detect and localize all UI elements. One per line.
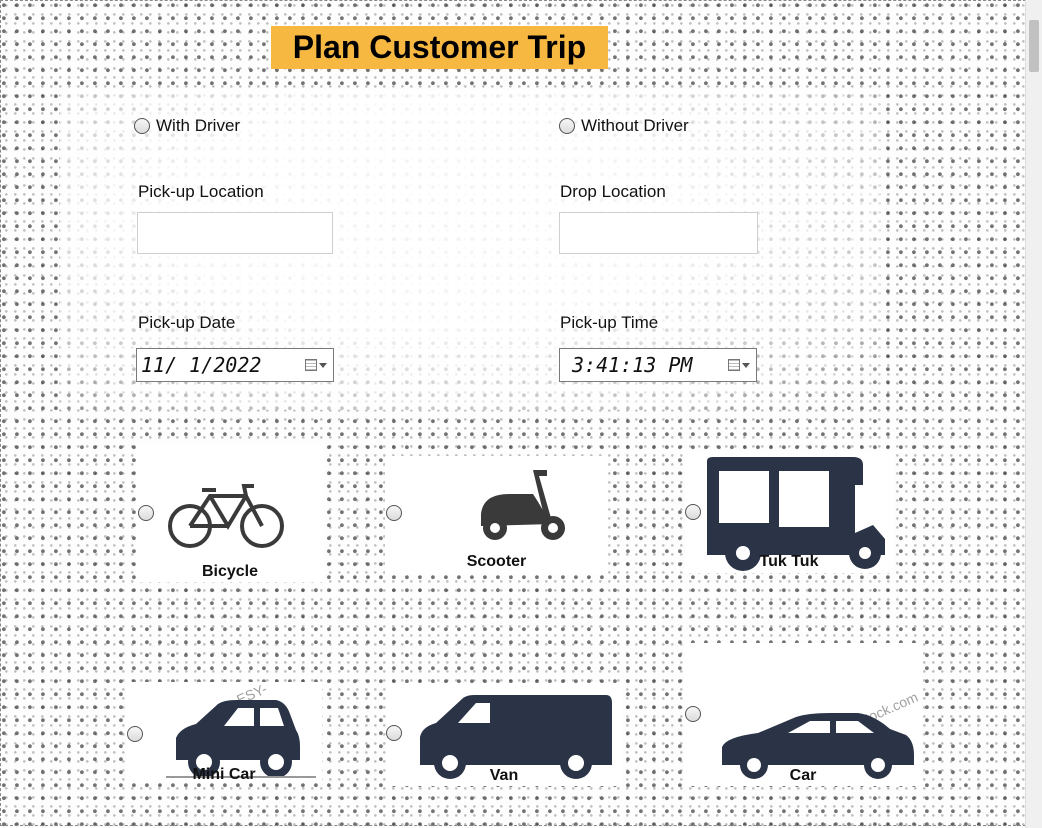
with-driver-option[interactable]: With Driver — [134, 116, 240, 136]
scooter-label: Scooter — [466, 553, 527, 570]
drop-location-label: Drop Location — [560, 182, 666, 201]
pickup-date-label: Pick-up Date — [138, 313, 236, 332]
pickup-location-label: Pick-up Location — [138, 182, 264, 201]
scrollbar-thumb[interactable] — [1029, 20, 1039, 72]
pickup-time-picker[interactable]: 3:41:13 PM — [559, 348, 757, 382]
scooter-radio[interactable] — [386, 505, 402, 521]
drop-location-input[interactable] — [559, 212, 758, 254]
mini-car-label: Mini Car — [192, 766, 256, 783]
scooter-icon — [481, 470, 565, 540]
bicycle-radio[interactable] — [138, 505, 154, 521]
mini-car-radio[interactable] — [127, 726, 143, 742]
vertical-scrollbar[interactable] — [1025, 0, 1042, 828]
page-title: Plan Customer Trip — [271, 26, 608, 69]
without-driver-label: Without Driver — [581, 116, 689, 135]
pickup-location-input[interactable] — [137, 212, 333, 254]
car-radio[interactable] — [685, 706, 701, 722]
bicycle-icon — [168, 484, 284, 548]
without-driver-option[interactable]: Without Driver — [559, 116, 689, 136]
clock-dropdown-icon[interactable] — [728, 358, 750, 372]
vehicle-card-tuk-tuk[interactable]: Tuk Tuk — [685, 451, 893, 573]
pickup-date-value: 11/ 1/2022 — [141, 353, 262, 377]
with-driver-label: With Driver — [156, 116, 241, 135]
car-label: Car — [789, 767, 817, 784]
van-label: Van — [489, 767, 519, 784]
with-driver-radio[interactable] — [134, 118, 150, 134]
calendar-dropdown-icon[interactable] — [305, 358, 327, 372]
vehicle-card-car[interactable]: www.agefotostock.com Car — [684, 643, 922, 786]
pickup-time-label: Pick-up Time — [560, 313, 659, 332]
bicycle-label: Bicycle — [201, 563, 259, 580]
vehicle-card-van[interactable]: Van — [386, 683, 622, 786]
pickup-time-value: 3:41:13 PM — [572, 353, 693, 377]
tuk-tuk-radio[interactable] — [685, 504, 701, 520]
vehicle-card-scooter[interactable]: Scooter — [385, 456, 608, 574]
vehicle-card-bicycle[interactable]: Bicycle — [136, 444, 324, 582]
van-radio[interactable] — [386, 725, 402, 741]
vehicle-card-mini-car[interactable]: ESY- Mini Car — [126, 680, 322, 783]
tuk-tuk-label: Tuk Tuk — [759, 553, 819, 570]
pickup-date-picker[interactable]: 11/ 1/2022 — [136, 348, 334, 382]
without-driver-radio[interactable] — [559, 118, 575, 134]
